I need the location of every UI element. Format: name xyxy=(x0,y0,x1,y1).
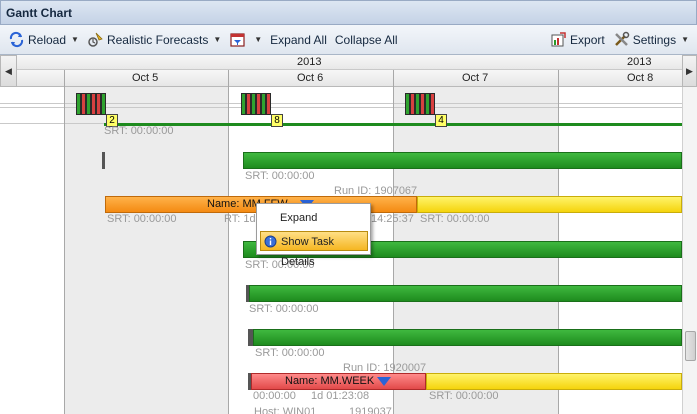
chevron-down-icon[interactable]: ▼ xyxy=(681,35,689,44)
forecast-icon xyxy=(88,32,103,47)
chevron-down-icon[interactable]: ▼ xyxy=(213,35,221,44)
run-cluster[interactable] xyxy=(76,93,109,115)
task-context-menu: Expand Show Task Details xyxy=(256,203,371,268)
year-label: 2013 xyxy=(297,56,322,68)
toolbar: Reload ▼ Realistic Forecasts ▼ ▼ Expand … xyxy=(0,25,697,55)
summary-line xyxy=(104,123,682,126)
export-label: Export xyxy=(570,32,605,47)
srt-label: SRT: 00:00:00 xyxy=(245,170,315,182)
calendar-filter-button[interactable]: ▼ xyxy=(225,28,266,52)
chevron-down-icon[interactable]: ▼ xyxy=(71,35,79,44)
timeline-year-row: 2013 2013 xyxy=(17,55,682,70)
window-title: Gantt Chart xyxy=(0,0,697,25)
number-label: 1919037 xyxy=(349,406,392,414)
reload-icon xyxy=(9,31,24,48)
menu-item-expand[interactable]: Expand xyxy=(260,208,368,228)
host-label: Host: WIN01 xyxy=(254,406,317,414)
triangle-down-icon[interactable] xyxy=(377,377,391,386)
forecasts-label: Realistic Forecasts xyxy=(106,32,209,47)
chevron-down-icon[interactable]: ▼ xyxy=(254,35,262,44)
start-time-label: 00:00:00 xyxy=(253,390,296,402)
export-button[interactable]: Export xyxy=(546,28,609,52)
day-label: Oct 7 xyxy=(462,72,489,84)
srt-label: SRT: 00:00:00 xyxy=(429,390,499,402)
task-name-label: Name: MM.WEEK xyxy=(285,375,375,387)
task-bar[interactable] xyxy=(249,285,682,302)
srt-label: SRT: 00:00:00 xyxy=(249,303,319,315)
srt-label: SRT: 00:00:00 xyxy=(104,125,174,137)
task-marker[interactable] xyxy=(102,152,105,169)
day-label: Oct 6 xyxy=(297,72,324,84)
reload-button[interactable]: Reload ▼ xyxy=(4,28,83,52)
left-gutter xyxy=(0,55,17,414)
settings-button[interactable]: Settings ▼ xyxy=(609,28,693,52)
time-label: 14:25:37 xyxy=(371,213,414,225)
srt-label: SRT: 00:00:00 xyxy=(420,213,490,225)
collapse-all-button[interactable]: Collapse All xyxy=(331,28,402,52)
settings-icon xyxy=(614,31,629,46)
srt-label: SRT: 00:00:00 xyxy=(107,213,177,225)
year-label: 2013 xyxy=(627,56,652,68)
task-bar[interactable] xyxy=(417,196,682,213)
menu-item-show-task-details[interactable]: Show Task Details xyxy=(260,231,368,268)
info-icon xyxy=(264,235,277,248)
expand-all-button[interactable]: Expand All xyxy=(266,28,331,52)
task-bar[interactable] xyxy=(243,152,682,169)
srt-label: SRT: 00:00:00 xyxy=(255,347,325,359)
export-icon xyxy=(551,32,566,47)
reload-label: Reload xyxy=(28,32,67,47)
day-label: Oct 5 xyxy=(132,72,159,84)
scroll-right-button[interactable]: ▶ xyxy=(682,55,697,87)
run-count-badge[interactable]: 8 xyxy=(271,114,283,127)
task-bar[interactable] xyxy=(426,373,682,390)
forecasts-button[interactable]: Realistic Forecasts ▼ xyxy=(83,28,225,52)
vertical-scrollbar[interactable] xyxy=(682,87,697,414)
day-label: Oct 8 xyxy=(627,72,654,84)
settings-label: Settings xyxy=(632,32,677,47)
day-gridline xyxy=(64,70,65,414)
filter-calendar-icon xyxy=(230,33,245,47)
day-gridline xyxy=(228,70,229,414)
scroll-left-button[interactable]: ◀ xyxy=(0,55,17,87)
task-bar[interactable] xyxy=(253,329,682,346)
run-cluster[interactable] xyxy=(405,93,438,115)
scrollbar-thumb[interactable] xyxy=(685,331,696,361)
rt-label: RT: 1d xyxy=(224,213,256,225)
run-count-badge[interactable]: 4 xyxy=(435,114,447,127)
run-cluster[interactable] xyxy=(241,93,274,115)
timeline-day-row: Oct 5 Oct 6 Oct 7 Oct 8 xyxy=(17,70,682,87)
duration-label: 1d 01:23:08 xyxy=(311,390,370,402)
